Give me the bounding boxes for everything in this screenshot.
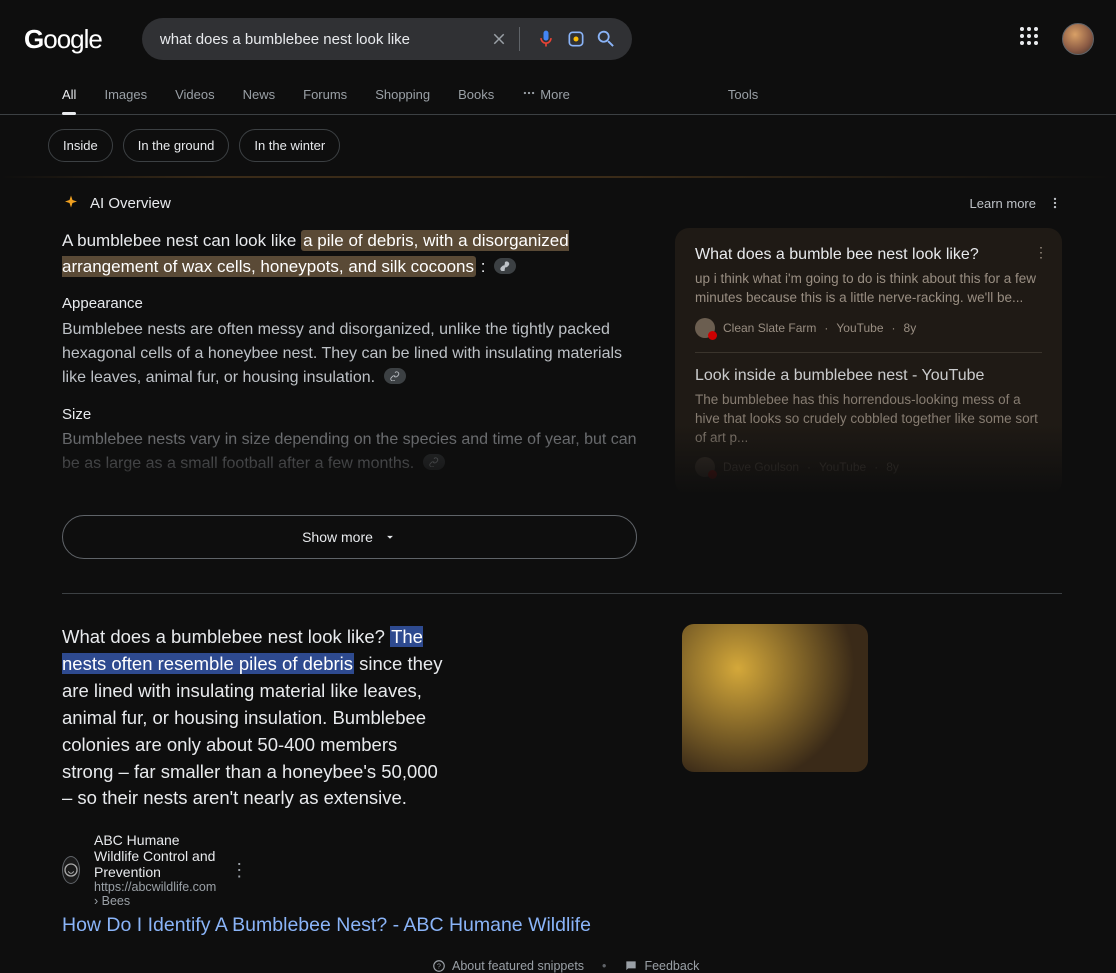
clear-icon[interactable] [487,27,511,51]
result-link[interactable]: How Do I Identify A Bumblebee Nest? - AB… [62,914,662,937]
tab-books[interactable]: Books [448,79,504,114]
chip-in-the-winter[interactable]: In the winter [239,129,340,162]
citation-chip-icon[interactable] [494,258,516,274]
tab-videos[interactable]: Videos [165,79,225,114]
ai-overview-label: AI Overview [90,195,171,212]
lens-icon[interactable] [564,27,588,51]
voice-search-icon[interactable] [534,27,558,51]
svg-text:?: ? [437,963,441,970]
ai-overview-text: A bumblebee nest can look like a pile of… [62,228,637,495]
tab-news[interactable]: News [233,79,286,114]
apps-icon[interactable] [1020,27,1044,51]
ai-sources-panel: ⋮ What does a bumble bee nest look like?… [675,228,1062,495]
search-icon[interactable] [594,27,618,51]
learn-more-link[interactable]: Learn more [970,196,1036,211]
feedback-link[interactable]: Feedback [624,959,699,973]
tab-more[interactable]: More [512,78,580,114]
card-menu-icon[interactable]: ⋮ [1034,244,1048,261]
source-name: ABC Humane Wildlife Control and Preventi… [94,832,216,880]
chevron-down-icon [383,530,397,544]
chip-in-the-ground[interactable]: In the ground [123,129,230,162]
channel-avatar-icon [695,457,715,477]
result-menu-icon[interactable]: ⋮ [230,860,248,881]
channel-avatar-icon [695,318,715,338]
ai-section-heading: Size [62,404,637,427]
tab-images[interactable]: Images [94,79,157,114]
google-logo[interactable]: Google [24,24,102,55]
result-thumbnail[interactable] [682,624,868,772]
ai-overview-header: AI Overview Learn more [62,194,1062,212]
help-icon: ? [432,959,446,973]
citation-chip-icon[interactable] [423,454,445,470]
site-favicon [62,856,80,884]
tab-all[interactable]: All [52,79,86,114]
tab-tools[interactable]: Tools [718,79,768,114]
sparkle-icon [62,194,80,212]
filter-chips: Inside In the ground In the winter [0,115,1116,176]
search-bar [142,18,632,60]
about-snippets-link[interactable]: ? About featured snippets [432,959,584,973]
ai-section-heading: Appearance [62,293,637,316]
tab-shopping[interactable]: Shopping [365,79,440,114]
account-avatar[interactable] [1062,23,1094,55]
show-more-button[interactable]: Show more [62,515,637,559]
feedback-icon [624,959,638,973]
chip-inside[interactable]: Inside [48,129,113,162]
search-tabs: All Images Videos News Forums Shopping B… [0,60,1116,115]
ai-menu-icon[interactable] [1048,196,1062,210]
featured-snippet: What does a bumblebee nest look like? Th… [62,624,452,812]
source-url: https://abcwildlife.com › Bees [94,880,216,908]
source-card[interactable]: Look inside a bumblebee nest - YouTube T… [695,367,1042,478]
tab-forums[interactable]: Forums [293,79,357,114]
source-card[interactable]: What does a bumble bee nest look like? u… [695,246,1042,338]
citation-chip-icon[interactable] [384,368,406,384]
source-title: Look inside a bumblebee nest - YouTube [695,367,1042,385]
search-input[interactable] [156,31,481,48]
source-title: What does a bumble bee nest look like? [695,246,1042,264]
source-desc: The bumblebee has this horrendous-lookin… [695,391,1042,448]
source-desc: up i think what i'm going to do is think… [695,270,1042,308]
